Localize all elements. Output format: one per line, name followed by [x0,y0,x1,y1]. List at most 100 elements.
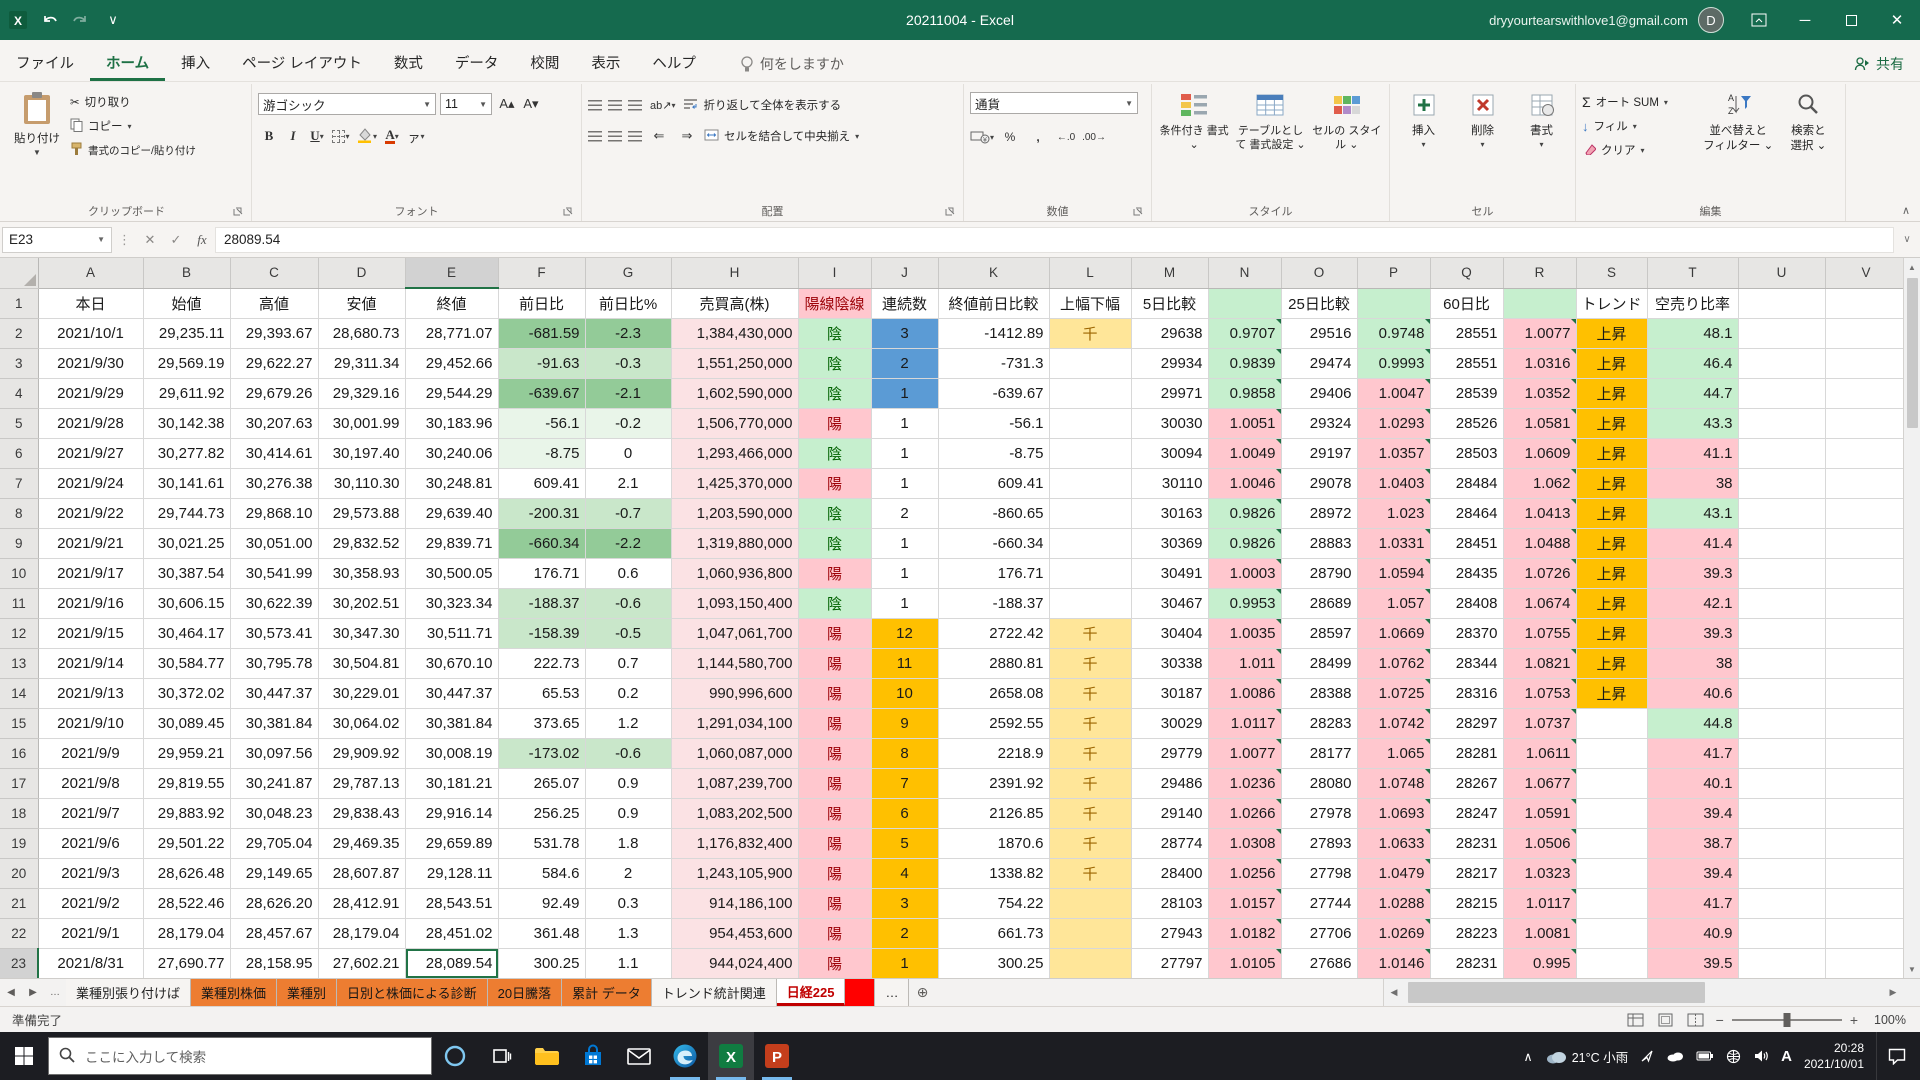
cell-Q5[interactable]: 28526 [1430,408,1503,438]
clipboard-dialog-launcher[interactable] [233,205,245,217]
task-view-button[interactable] [478,1032,524,1080]
sheet-nav-right-icon[interactable]: ▶ [22,979,44,1006]
col-header-N[interactable]: N [1208,258,1281,288]
cell-P8[interactable]: 1.023 [1357,498,1430,528]
cell-P14[interactable]: 1.0725 [1357,678,1430,708]
ribbon-tab-ヘルプ[interactable]: ヘルプ [636,47,712,81]
cell-N8[interactable]: 0.9826 [1208,498,1281,528]
cell-R5[interactable]: 1.0581 [1503,408,1576,438]
cell-F11[interactable]: -188.37 [498,588,585,618]
number-format-combo[interactable]: 通貨▼ [970,92,1138,114]
cell-K1[interactable]: 終値前日比較 [938,288,1049,318]
cell-M20[interactable]: 28400 [1131,858,1208,888]
cell-A2[interactable]: 2021/10/1 [38,318,143,348]
cell-D23[interactable]: 27,602.21 [318,948,405,978]
cell-G23[interactable]: 1.1 [585,948,671,978]
cell-K11[interactable]: -188.37 [938,588,1049,618]
align-middle-icon[interactable] [608,100,622,111]
col-header-D[interactable]: D [318,258,405,288]
cell-S10[interactable]: 上昇 [1576,558,1647,588]
cell-L13[interactable]: 千 [1049,648,1131,678]
cell-V11[interactable] [1825,588,1907,618]
cell-L19[interactable]: 千 [1049,828,1131,858]
cell-M21[interactable]: 28103 [1131,888,1208,918]
cell-Q3[interactable]: 28551 [1430,348,1503,378]
cell-C17[interactable]: 30,241.87 [230,768,318,798]
sheet-tab-日経225[interactable]: 日経225 [777,979,846,1006]
cell-J3[interactable]: 2 [871,348,938,378]
cell-E17[interactable]: 30,181.21 [405,768,498,798]
cell-F15[interactable]: 373.65 [498,708,585,738]
cell-S6[interactable]: 上昇 [1576,438,1647,468]
page-break-view-icon[interactable] [1686,1011,1706,1029]
cell-E16[interactable]: 30,008.19 [405,738,498,768]
cell-Q21[interactable]: 28215 [1430,888,1503,918]
cell-T9[interactable]: 41.4 [1647,528,1738,558]
expand-formula-bar-icon[interactable]: ∨ [1894,234,1920,245]
cell-I8[interactable]: 陰 [798,498,871,528]
cell-K20[interactable]: 1338.82 [938,858,1049,888]
cell-G14[interactable]: 0.2 [585,678,671,708]
cell-Q8[interactable]: 28464 [1430,498,1503,528]
cell-C10[interactable]: 30,541.99 [230,558,318,588]
cell-O18[interactable]: 27978 [1281,798,1357,828]
cell-K23[interactable]: 300.25 [938,948,1049,978]
cell-T1[interactable]: 空売り比率 [1647,288,1738,318]
action-center-button[interactable] [1876,1032,1916,1080]
onedrive-cloud-icon[interactable] [1666,1050,1684,1062]
cell-M23[interactable]: 27797 [1131,948,1208,978]
col-header-E[interactable]: E [405,258,498,288]
cell-O14[interactable]: 28388 [1281,678,1357,708]
col-header-K[interactable]: K [938,258,1049,288]
cell-E4[interactable]: 29,544.29 [405,378,498,408]
col-header-V[interactable]: V [1825,258,1907,288]
cell-H19[interactable]: 1,176,832,400 [671,828,798,858]
cell-D15[interactable]: 30,064.02 [318,708,405,738]
cell-B23[interactable]: 27,690.77 [143,948,230,978]
file-explorer-button[interactable] [524,1032,570,1080]
cell-P20[interactable]: 1.0479 [1357,858,1430,888]
cell-A11[interactable]: 2021/9/16 [38,588,143,618]
cell-U2[interactable] [1738,318,1825,348]
minimize-button[interactable]: ─ [1782,0,1828,40]
cell-S5[interactable]: 上昇 [1576,408,1647,438]
cell-J8[interactable]: 2 [871,498,938,528]
cell-I19[interactable]: 陽 [798,828,871,858]
cell-H20[interactable]: 1,243,105,900 [671,858,798,888]
cell-P16[interactable]: 1.065 [1357,738,1430,768]
cell-T18[interactable]: 39.4 [1647,798,1738,828]
borders-button[interactable]: ▾ [330,125,352,147]
cell-H17[interactable]: 1,087,239,700 [671,768,798,798]
cell-C14[interactable]: 30,447.37 [230,678,318,708]
cell-R17[interactable]: 1.0677 [1503,768,1576,798]
avatar[interactable]: D [1698,7,1724,33]
cell-Q16[interactable]: 28281 [1430,738,1503,768]
row-header-5[interactable]: 5 [0,408,38,438]
cell-I15[interactable]: 陽 [798,708,871,738]
cell-B11[interactable]: 30,606.15 [143,588,230,618]
increase-indent-button[interactable]: ⇒ [676,125,698,147]
cell-T12[interactable]: 39.3 [1647,618,1738,648]
cell-E22[interactable]: 28,451.02 [405,918,498,948]
cell-P7[interactable]: 1.0403 [1357,468,1430,498]
cell-C8[interactable]: 29,868.10 [230,498,318,528]
cell-K21[interactable]: 754.22 [938,888,1049,918]
cell-M14[interactable]: 30187 [1131,678,1208,708]
cell-U1[interactable] [1738,288,1825,318]
col-header-B[interactable]: B [143,258,230,288]
increase-decimal-button[interactable]: ←.0 [1054,126,1078,148]
cell-N6[interactable]: 1.0049 [1208,438,1281,468]
cell-H14[interactable]: 990,996,600 [671,678,798,708]
cell-A21[interactable]: 2021/9/2 [38,888,143,918]
cell-A10[interactable]: 2021/9/17 [38,558,143,588]
cell-S4[interactable]: 上昇 [1576,378,1647,408]
cell-K6[interactable]: -8.75 [938,438,1049,468]
cell-D1[interactable]: 安値 [318,288,405,318]
cell-V12[interactable] [1825,618,1907,648]
cell-N2[interactable]: 0.9707 [1208,318,1281,348]
col-header-U[interactable]: U [1738,258,1825,288]
cell-D5[interactable]: 30,001.99 [318,408,405,438]
zoom-thumb[interactable] [1783,1013,1790,1027]
cell-D4[interactable]: 29,329.16 [318,378,405,408]
format-as-table-button[interactable]: テーブルとして 書式設定 ⌄ [1234,86,1306,152]
